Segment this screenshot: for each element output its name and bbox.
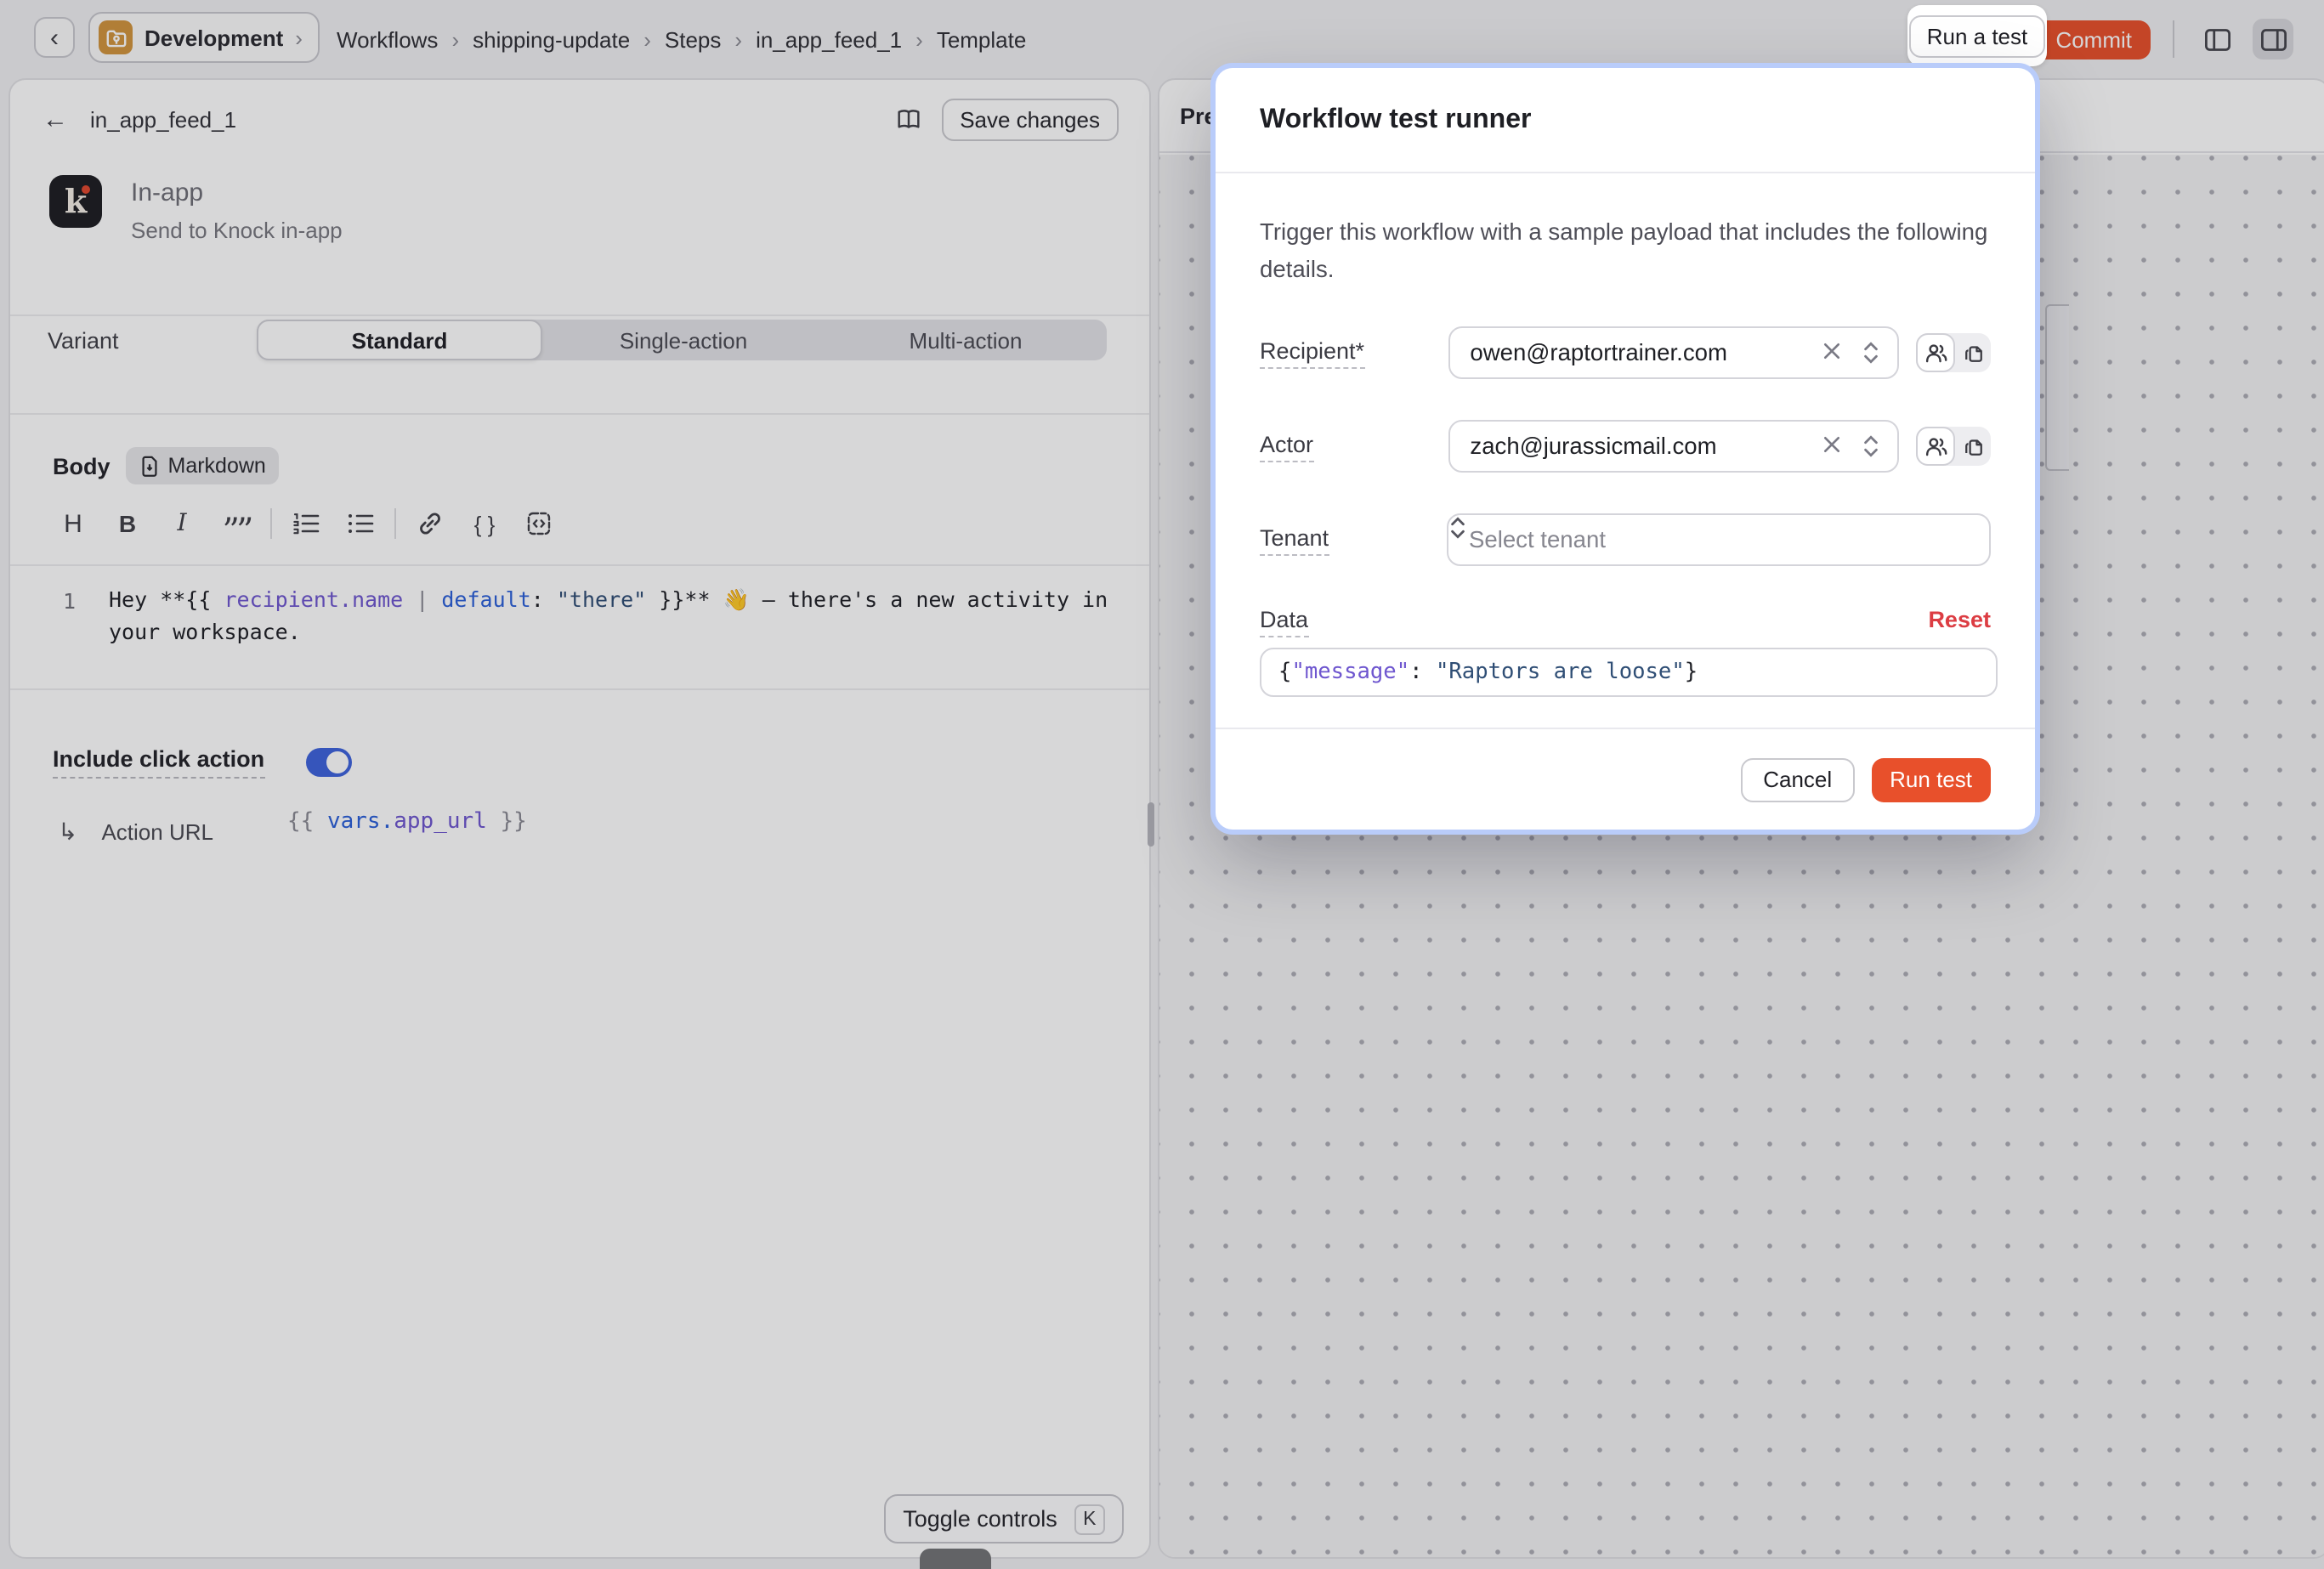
recipient-label: Recipient* bbox=[1260, 326, 1448, 379]
combobox-chevrons-icon[interactable] bbox=[1862, 340, 1880, 365]
modal-header: Workflow test runner bbox=[1216, 68, 2035, 173]
modal-title: Workflow test runner bbox=[1260, 105, 1531, 135]
modal-body: Trigger this workflow with a sample payl… bbox=[1216, 173, 2035, 728]
workflow-test-runner-modal: Workflow test runner Trigger this workfl… bbox=[1216, 68, 2035, 830]
recipient-tools bbox=[1916, 333, 1991, 372]
run-test-button[interactable]: Run test bbox=[1871, 757, 1991, 801]
actor-row: Actor zach@jurassicmail.com bbox=[1260, 420, 1991, 473]
data-header: Data Reset bbox=[1260, 607, 1991, 632]
run-a-test-button[interactable]: Run a test bbox=[1910, 14, 2045, 57]
copy-recipient-icon[interactable] bbox=[1955, 333, 1991, 372]
data-json-input[interactable]: {"message": "Raptors are loose"} bbox=[1260, 648, 1998, 697]
recipient-row: Recipient* owen@raptortrainer.com bbox=[1260, 326, 1991, 379]
actor-tools bbox=[1916, 427, 1991, 466]
recipient-input[interactable]: owen@raptortrainer.com bbox=[1448, 326, 1899, 379]
cancel-button[interactable]: Cancel bbox=[1741, 757, 1854, 801]
app-window: ‹ Development › Workflows › shipping-upd… bbox=[0, 0, 2324, 1569]
modal-description: Trigger this workflow with a sample payl… bbox=[1260, 214, 2008, 289]
run-a-test-anchor: Run a test bbox=[1907, 5, 2047, 66]
modal-footer: Cancel Run test bbox=[1216, 728, 2035, 830]
combobox-chevrons-icon[interactable] bbox=[1862, 433, 1880, 459]
clear-actor-icon[interactable] bbox=[1822, 435, 1841, 454]
actor-input[interactable]: zach@jurassicmail.com bbox=[1448, 420, 1899, 473]
actor-label: Actor bbox=[1260, 420, 1448, 473]
tenant-placeholder: Select tenant bbox=[1469, 527, 1606, 552]
choose-user-icon[interactable] bbox=[1916, 333, 1955, 372]
tenant-select[interactable]: Select tenant bbox=[1447, 513, 1991, 566]
data-label: Data bbox=[1260, 607, 1308, 632]
clear-recipient-icon[interactable] bbox=[1822, 342, 1841, 360]
choose-user-icon[interactable] bbox=[1916, 427, 1955, 466]
tenant-row: Tenant Select tenant bbox=[1260, 513, 1991, 566]
reset-link[interactable]: Reset bbox=[1928, 607, 1991, 632]
recipient-value: owen@raptortrainer.com bbox=[1470, 340, 1727, 365]
copy-actor-icon[interactable] bbox=[1955, 427, 1991, 466]
actor-value: zach@jurassicmail.com bbox=[1470, 433, 1716, 459]
tenant-label: Tenant bbox=[1260, 513, 1447, 566]
